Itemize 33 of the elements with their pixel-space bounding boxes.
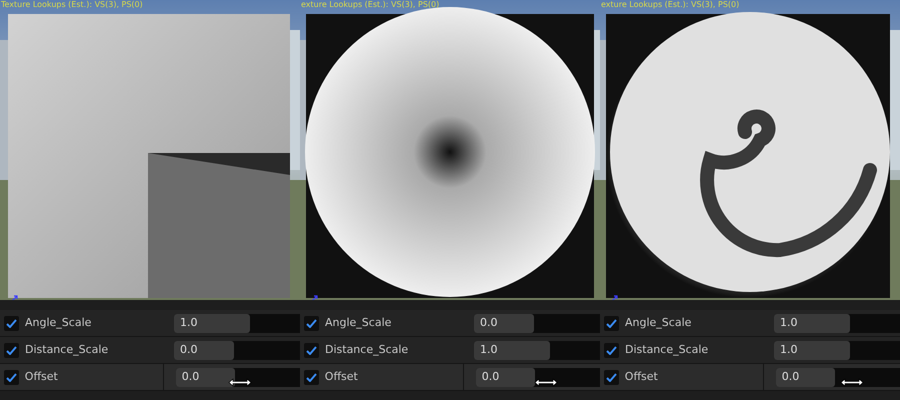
- stats-text: Texture Lookups (Est.): VS(3), PS(0): [1, 0, 143, 10]
- parameter-label: Angle_Scale: [625, 314, 692, 331]
- stats-text: exture Lookups (Est.): VS(3), PS(0): [601, 0, 740, 10]
- parameter-label: Offset: [624, 368, 659, 385]
- value-slider[interactable]: 0.0: [476, 368, 600, 386]
- resize-cursor-icon: [534, 378, 558, 386]
- checkbox[interactable]: [4, 342, 19, 358]
- parameter-label: Distance_Scale: [25, 342, 110, 358]
- value-slider[interactable]: 0.0: [474, 314, 600, 332]
- parameter-label: Distance_Scale: [325, 342, 410, 358]
- checkbox[interactable]: [304, 370, 319, 384]
- value-slider[interactable]: 0.0: [176, 368, 300, 386]
- parameter-label: Angle_Scale: [325, 314, 392, 331]
- value-slider[interactable]: 0.0: [174, 340, 300, 360]
- parameter-label: Offset: [24, 368, 59, 385]
- value-slider[interactable]: 0.0: [776, 368, 900, 386]
- checkbox[interactable]: [4, 316, 19, 330]
- value-slider[interactable]: 1.0: [174, 314, 300, 332]
- checkbox[interactable]: [4, 370, 19, 384]
- checkbox[interactable]: [304, 316, 319, 330]
- value-slider[interactable]: 1.0: [774, 314, 900, 332]
- checkbox[interactable]: [604, 370, 619, 384]
- resize-cursor-icon: [840, 378, 864, 386]
- parameter-label: Angle_Scale: [25, 314, 92, 331]
- checkbox[interactable]: [604, 316, 619, 330]
- checkbox[interactable]: [604, 342, 619, 358]
- stats-text: exture Lookups (Est.): VS(3), PS(0): [301, 0, 440, 10]
- value-slider[interactable]: 1.0: [474, 340, 600, 360]
- value-slider[interactable]: 1.0: [774, 340, 900, 360]
- checkbox[interactable]: [304, 342, 319, 358]
- resize-cursor-icon: [228, 378, 252, 386]
- parameter-label: Distance_Scale: [625, 342, 710, 358]
- parameter-label: Offset: [324, 368, 359, 385]
